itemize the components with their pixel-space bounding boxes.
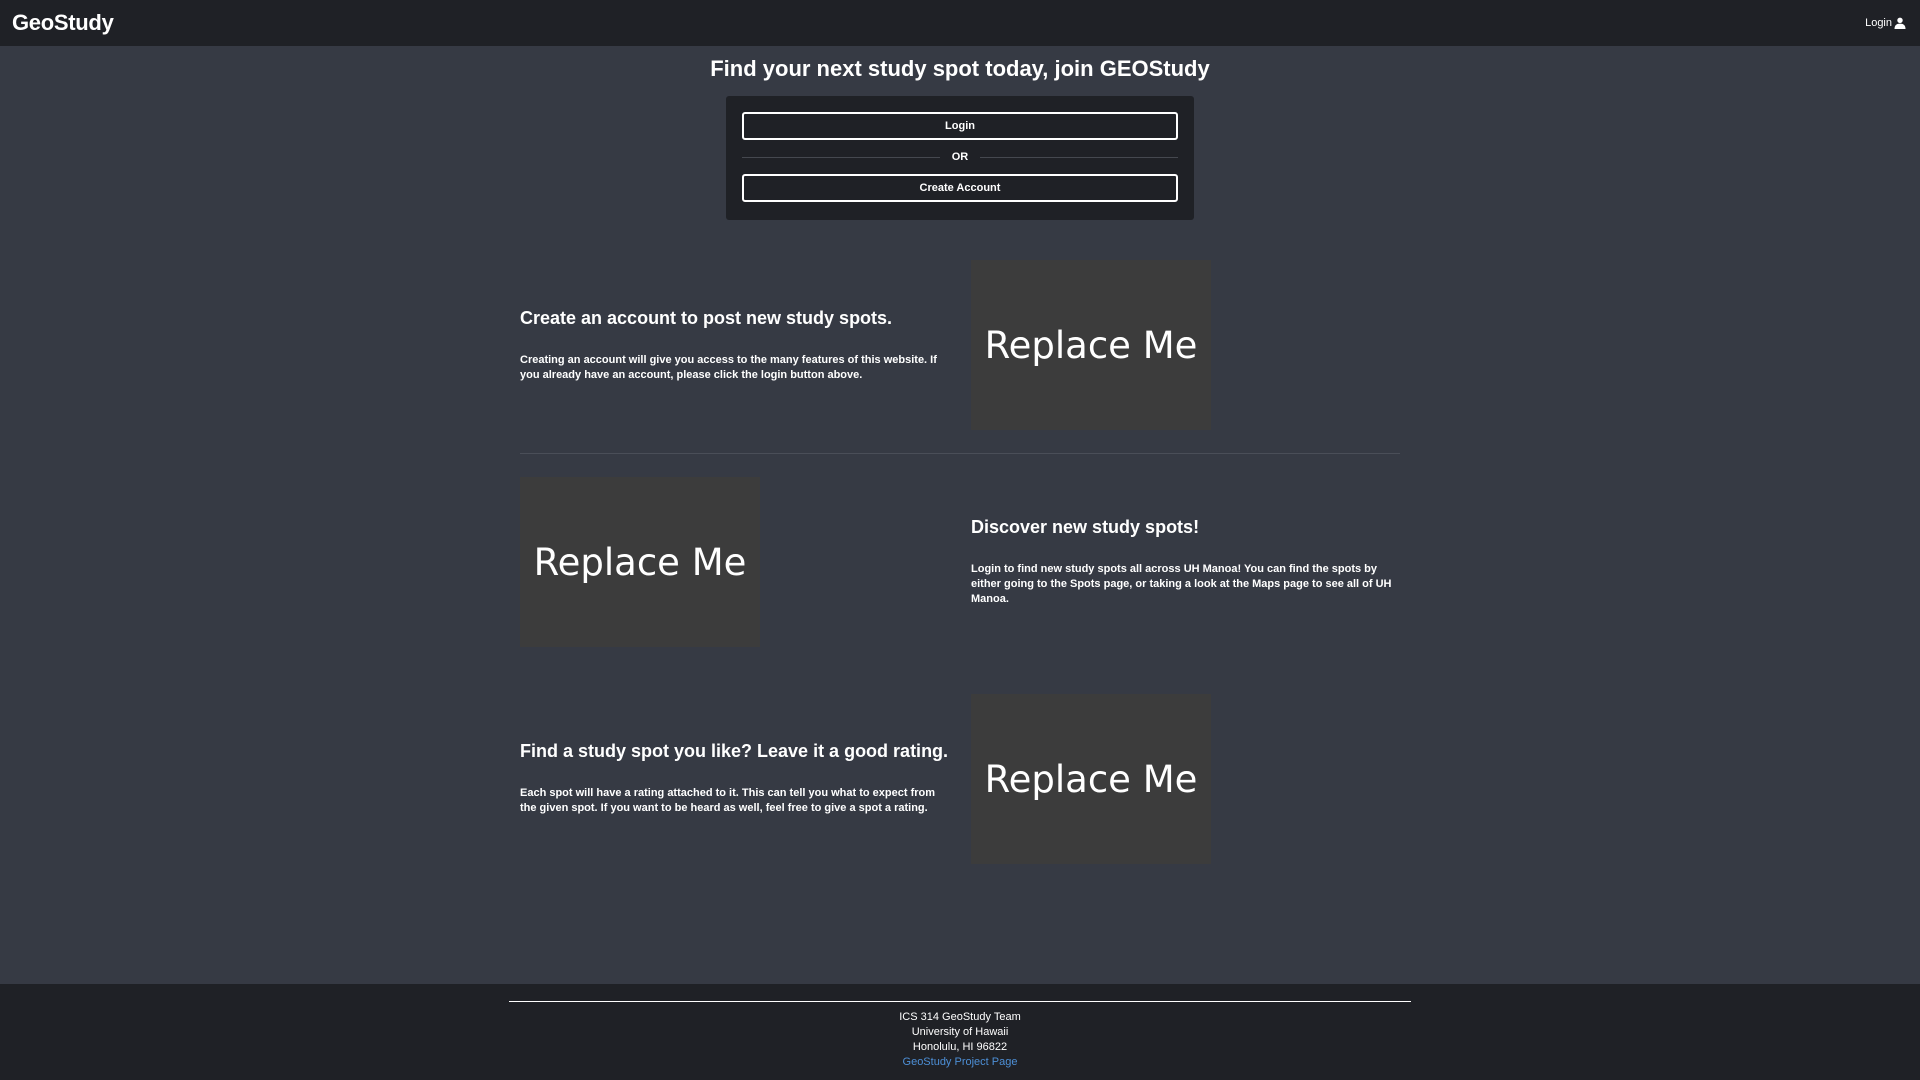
feature-body: Creating an account will give you access… [520, 354, 937, 381]
nav-login-link[interactable]: Login [1865, 17, 1906, 29]
separator-line-right [980, 156, 1178, 158]
footer-project-link[interactable]: GeoStudy Project Page [903, 1056, 1018, 1068]
create-account-button[interactable]: Create Account [742, 174, 1178, 202]
footer-team: ICS 314 GeoStudy Team [899, 1011, 1021, 1023]
placeholder-text: Replace Me [984, 323, 1198, 367]
section-divider [520, 453, 1400, 454]
feature-create-account: Create an account to post new study spot… [520, 308, 950, 383]
separator-line-left [742, 156, 940, 158]
feature-image-placeholder: Replace Me [971, 694, 1211, 864]
or-label: OR [951, 151, 969, 163]
user-icon [1894, 17, 1906, 29]
feature-title: Find a study spot you like? Leave it a g… [520, 741, 949, 761]
placeholder-text: Replace Me [984, 757, 1198, 801]
feature-body: Login to find new study spots all across… [971, 563, 1392, 605]
brand-logo[interactable]: GeoStudy [12, 10, 114, 36]
feature-rating: Find a study spot you like? Leave it a g… [520, 741, 950, 816]
feature-body: Each spot will have a rating attached to… [520, 787, 936, 814]
footer-address: Honolulu, HI 96822 [912, 1041, 1008, 1053]
feature-title: Create an account to post new study spot… [520, 308, 893, 328]
nav-login-label: Login [1865, 17, 1892, 29]
feature-image-placeholder: Replace Me [520, 477, 760, 647]
footer: ICS 314 GeoStudy Team University of Hawa… [0, 984, 1920, 1080]
feature-discover-spots: Discover new study spots! Login to find … [971, 517, 1401, 607]
feature-title: Discover new study spots! [971, 517, 1200, 537]
login-card: Login OR Create Account [726, 96, 1194, 220]
hero-title: Find your next study spot today, join GE… [710, 56, 1210, 81]
login-button[interactable]: Login [742, 112, 1178, 140]
footer-rule [509, 1001, 1411, 1002]
feature-image-placeholder: Replace Me [971, 260, 1211, 430]
footer-info: ICS 314 GeoStudy Team University of Hawa… [0, 1010, 1920, 1070]
footer-university: University of Hawaii [911, 1026, 1009, 1038]
top-navbar: GeoStudy Login [0, 0, 1920, 46]
or-separator: OR [742, 140, 1178, 174]
placeholder-text: Replace Me [533, 540, 747, 584]
